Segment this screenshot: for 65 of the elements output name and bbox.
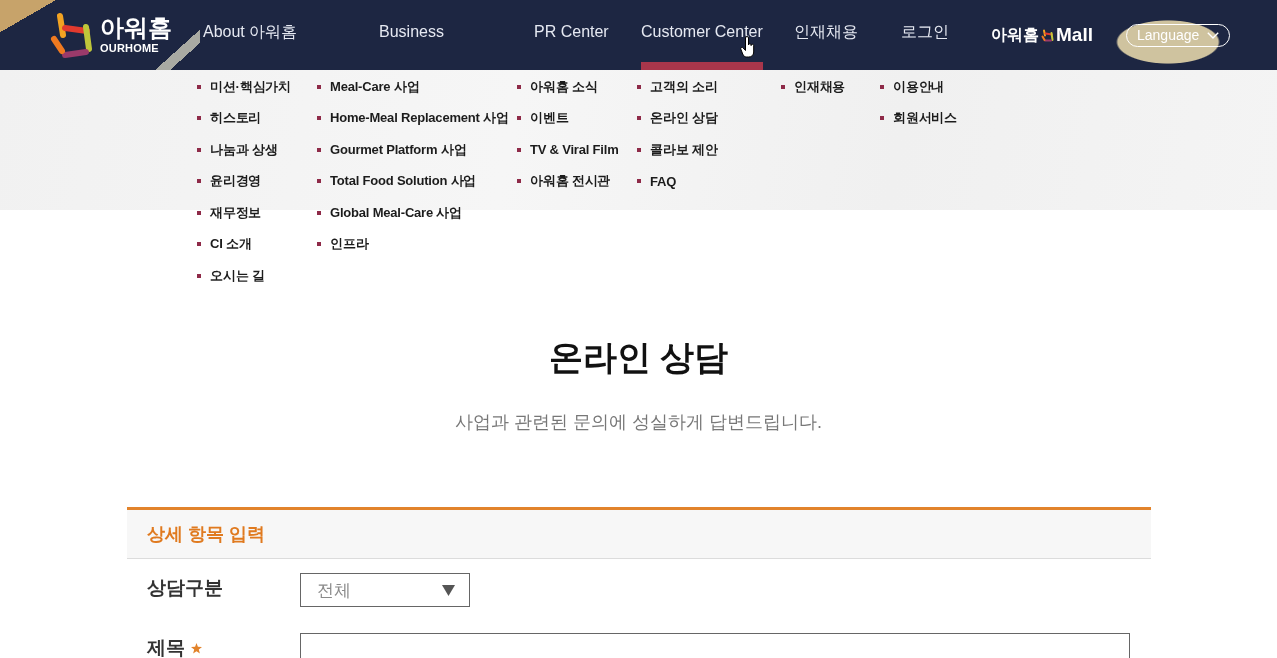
menu-link[interactable]: 아워홈 전시관 [530,172,611,191]
menu-link[interactable]: 인프라 [330,235,369,254]
field-label: 제목 [146,636,185,658]
bullet-icon [317,84,321,89]
menu-link[interactable]: 나눔과 상생 [210,140,278,159]
page-subtitle: 사업과 관련된 문의에 성실하게 답변드립니다. [454,411,823,434]
menu-link[interactable]: FAQ [650,173,677,189]
bullet-icon [517,147,521,152]
menu-link[interactable]: Meal-Care 사업 [330,77,420,96]
menu-link[interactable]: Home-Meal Replacement 사업 [330,109,509,128]
category-select[interactable]: 전체 [299,573,470,607]
bullet-icon [781,84,785,89]
menu-link[interactable]: 고객의 소리 [650,77,718,96]
bullet-icon [197,273,201,278]
hand-cursor-icon [740,36,756,58]
star-logo-icon [1041,28,1054,42]
bullet-icon [197,179,201,184]
section-title: 상세 항목 입력 [146,523,265,546]
page-title: 온라인 상담 [547,337,730,378]
bullet-icon [197,242,201,247]
field-label: 상담구분 [146,576,223,600]
menu-link[interactable]: 온라인 상담 [650,109,718,128]
bullet-icon [637,84,641,89]
menu-link[interactable]: TV & Viral Film [530,142,619,158]
nav-tab[interactable]: About 아워홈 [203,0,298,70]
menu-link[interactable]: Total Food Solution 사업 [330,172,477,191]
bullet-icon [197,116,201,121]
menu-link[interactable]: 히스토리 [210,109,262,128]
menu-link[interactable]: CI 소개 [210,235,252,254]
logo-link[interactable]: 아워홈 OURHOME [50,11,203,59]
menu-link[interactable]: 회원서비스 [893,109,957,128]
bullet-icon [317,179,321,184]
nav-tab[interactable]: 로그인 [901,0,949,70]
menu-link[interactable]: 이용안내 [893,77,945,96]
nav-tab[interactable]: Business [379,0,444,70]
chevron-down-icon [1207,31,1220,39]
bullet-icon [197,84,201,89]
dropdown-triangle-icon [441,584,455,596]
menu-link[interactable]: Gourmet Platform 사업 [330,140,467,159]
menu-link[interactable]: 인재채용 [794,77,846,96]
mall-link[interactable]: 아워홈 Mall [991,24,1093,46]
bullet-icon [317,147,321,152]
nav-tab[interactable]: 인재채용 [794,0,858,70]
menu-link[interactable]: 콜라보 제안 [650,140,718,159]
menu-link[interactable]: 재무정보 [210,203,262,222]
bullet-icon [197,147,201,152]
bullet-icon [517,179,521,184]
bullet-icon [317,242,321,247]
menu-link[interactable]: 오시는 길 [210,266,265,285]
bullet-icon [517,116,521,121]
menu-link[interactable]: 아워홈 소식 [530,77,598,96]
bullet-icon [637,179,641,184]
menu-link[interactable]: 윤리경영 [210,172,262,191]
bullet-icon [317,210,321,215]
bullet-icon [197,210,201,215]
bullet-icon [637,147,641,152]
menu-link[interactable]: 미션·핵심가치 [210,77,291,96]
bullet-icon [880,84,884,89]
bullet-icon [637,116,641,121]
menu-link[interactable]: 이벤트 [530,109,569,128]
menu-link[interactable]: Global Meal-Care 사업 [330,203,462,222]
nav-tab[interactable]: PR Center [534,0,609,70]
bullet-icon [880,116,884,121]
bullet-icon [517,84,521,89]
bullet-icon [317,116,321,121]
